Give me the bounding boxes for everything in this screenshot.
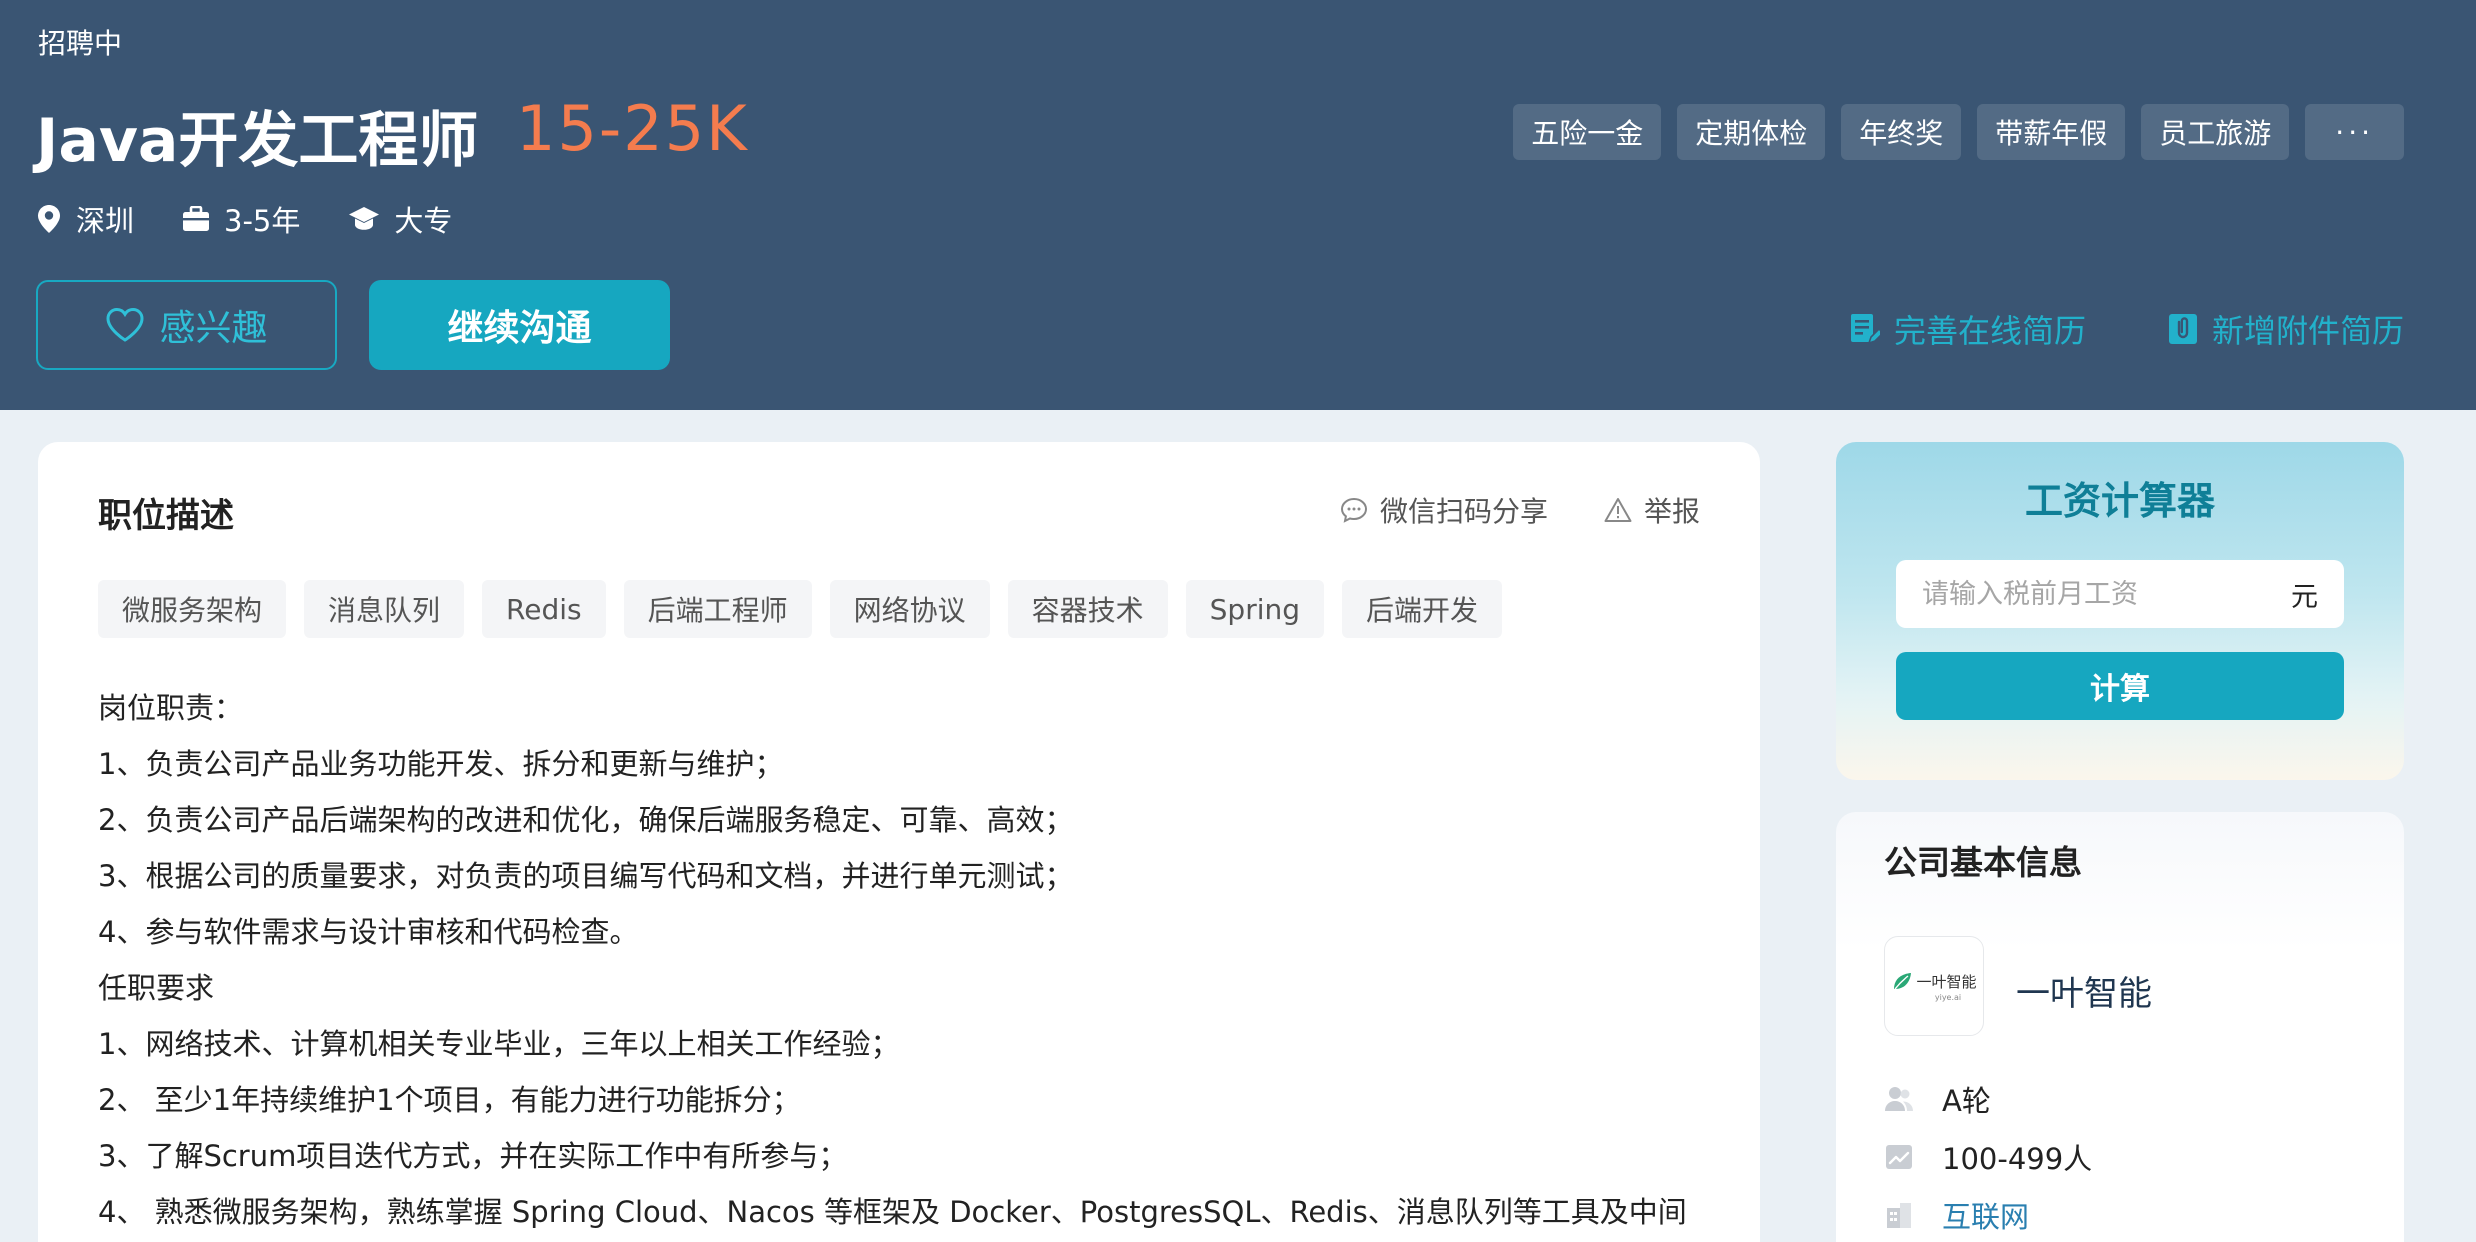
skill-tags: 微服务架构 消息队列 Redis 后端工程师 网络协议 容器技术 Spring …: [98, 580, 1520, 638]
calculator-title: 工资计算器: [2024, 479, 2215, 523]
skill-tag: 容器技术: [1007, 580, 1168, 638]
company-industry-row: 互联网: [1884, 1186, 2092, 1242]
benefit-tag: 带薪年假: [1977, 104, 2126, 160]
company-logo[interactable]: 一叶智能 yiye.ai: [1884, 936, 1984, 1036]
company-logo-text: 一叶智能: [1891, 970, 1977, 992]
graduation-cap-icon: [349, 207, 380, 230]
company-logo-name: 一叶智能: [1916, 972, 1977, 991]
growth-chart-icon: [1886, 1145, 1912, 1169]
description-line: 任职要求: [98, 971, 215, 1005]
job-description-text: 岗位职责： 1、负责公司产品业务功能开发、拆分和更新与维护； 2、负责公司产品后…: [98, 680, 1738, 1240]
company-details: A轮 100-499人 互联网: [1884, 1070, 2092, 1242]
meta-education-label: 大专: [394, 204, 453, 238]
description-line: 岗位职责：: [98, 691, 244, 725]
skill-tag: Redis: [482, 580, 606, 638]
benefit-tag: 定期体检: [1677, 104, 1826, 160]
job-meta: 深圳 3-5年 大专: [36, 198, 500, 240]
company-info-card: 公司基本信息 一叶智能 yiye.ai 一叶智能 A轮 100-499人 互联网: [1836, 812, 2404, 1242]
company-size-row: 100-499人: [1884, 1128, 2092, 1186]
more-benefits-button[interactable]: ···: [2305, 104, 2404, 160]
description-line: 4、参与软件需求与设计审核和代码检查。: [98, 915, 639, 949]
salary-input[interactable]: [1896, 560, 2291, 628]
skill-tag: 消息队列: [304, 580, 465, 638]
report-button[interactable]: 举报: [1604, 490, 1700, 530]
benefit-tag: 员工旅游: [2141, 104, 2290, 160]
meta-city-label: 深圳: [76, 204, 135, 238]
company-logo-domain: yiye.ai: [1934, 993, 1962, 1002]
location-icon: [38, 205, 60, 233]
resume-links: 完善在线简历 新增附件简历: [1768, 306, 2404, 352]
wechat-share-button[interactable]: 微信扫码分享: [1340, 490, 1548, 530]
complete-resume-label: 完善在线简历: [1893, 312, 2086, 350]
salary-calculator-card: 工资计算器 元 计算: [1836, 442, 2404, 780]
description-line: 1、网络技术、计算机相关专业毕业，三年以上相关工作经验；: [98, 1027, 900, 1061]
company-funding-row: A轮: [1884, 1070, 2092, 1128]
building-icon: [1887, 1203, 1911, 1228]
interest-button[interactable]: 感兴趣: [36, 280, 337, 370]
skill-tag: 微服务架构: [98, 580, 287, 638]
job-title: Java开发工程师: [36, 106, 479, 176]
interest-button-label: 感兴趣: [159, 308, 268, 349]
heart-icon: [106, 307, 144, 342]
people-icon: [1885, 1087, 1913, 1111]
company-size: 100-499人: [1942, 1142, 2093, 1176]
add-attachment-resume-link[interactable]: 新增附件简历: [2168, 306, 2404, 352]
salary-unit: 元: [2291, 581, 2318, 613]
description-line: 3、了解Scrum项目迭代方式，并在实际工作中有所参与；: [98, 1139, 848, 1173]
meta-experience-label: 3-5年: [224, 204, 301, 238]
meta-experience: 3-5年: [182, 198, 300, 240]
calculate-button[interactable]: 计算: [1896, 652, 2344, 720]
meta-education: 大专: [348, 198, 452, 240]
complete-resume-link[interactable]: 完善在线简历: [1850, 306, 2086, 352]
share-actions: 微信扫码分享 举报: [1284, 490, 1700, 530]
job-status: 招聘中: [38, 27, 123, 60]
description-line: 1、负责公司产品业务功能开发、拆分和更新与维护；: [98, 747, 784, 781]
job-salary: 15-25K: [516, 92, 749, 165]
skill-tag: Spring: [1185, 580, 1325, 638]
skill-tag: 后端开发: [1342, 580, 1503, 638]
briefcase-icon: [183, 206, 210, 231]
job-description-card: 职位描述 微信扫码分享 举报 微服务架构 消息队列 Redis 后端工程师 网络…: [38, 442, 1760, 1242]
leaf-icon: [1894, 973, 1912, 990]
description-line: 4、 熟悉微服务架构，熟练掌握 Spring Cloud、Nacos 等框架及 …: [98, 1195, 1687, 1229]
description-line: 3、根据公司的质量要求，对负责的项目编写代码和文档，并进行单元测试；: [98, 859, 1074, 893]
warning-icon: [1604, 498, 1632, 522]
report-label: 举报: [1643, 495, 1700, 528]
add-attachment-label: 新增附件简历: [2211, 312, 2404, 350]
description-line: 2、负责公司产品后端架构的改进和优化，确保后端服务稳定、可靠、高效；: [98, 803, 1074, 837]
company-funding: A轮: [1942, 1084, 1991, 1118]
description-line: 2、 至少1年持续维护1个项目，有能力进行功能拆分；: [98, 1083, 801, 1117]
salary-input-wrapper: 元: [1896, 560, 2344, 628]
section-title: 职位描述: [98, 496, 234, 536]
benefit-tag: 年终奖: [1841, 104, 1962, 160]
skill-tag: 网络协议: [829, 580, 990, 638]
wechat-share-label: 微信扫码分享: [1379, 495, 1548, 528]
job-header: 招聘中 Java开发工程师 15-25K 深圳 3-5年 大专 五险一金 定期体…: [0, 0, 2476, 410]
company-card-title: 公司基本信息: [1884, 843, 2082, 882]
continue-chat-button[interactable]: 继续沟通: [369, 280, 670, 370]
chat-bubble-icon: [1340, 497, 1367, 523]
company-industry-link[interactable]: 互联网: [1942, 1194, 2029, 1236]
skill-tag: 后端工程师: [623, 580, 812, 638]
company-name[interactable]: 一叶智能: [2016, 966, 2152, 1015]
meta-city: 深圳: [36, 198, 134, 240]
benefit-tags: 五险一金 定期体检 年终奖 带薪年假 员工旅游 ···: [1497, 104, 2404, 160]
resume-doc-icon: [1850, 314, 1880, 345]
benefit-tag: 五险一金: [1513, 104, 1662, 160]
attachment-icon: [2168, 314, 2197, 344]
